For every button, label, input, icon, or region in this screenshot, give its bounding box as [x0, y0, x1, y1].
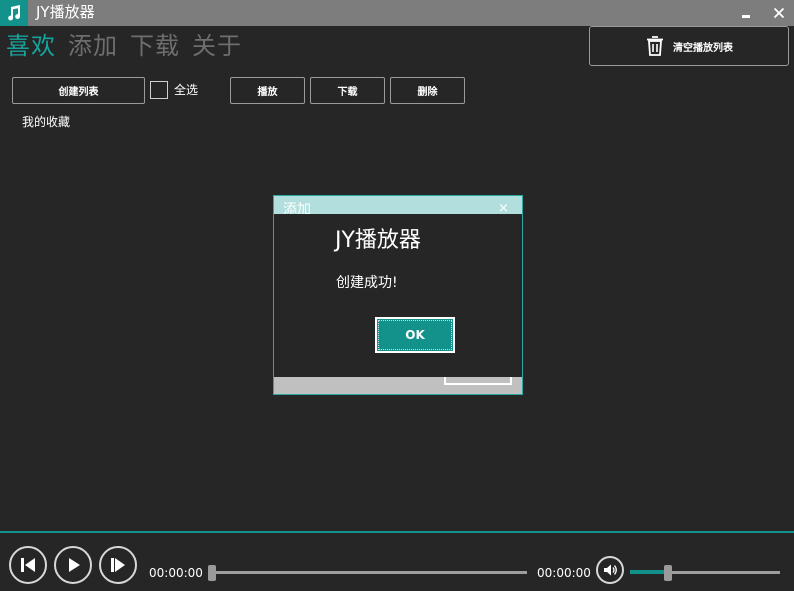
add-dialog-title: 添加: [283, 202, 311, 214]
ok-button[interactable]: OK: [375, 317, 455, 353]
play-button[interactable]: 播放: [230, 77, 305, 104]
volume-slider-handle[interactable]: [664, 565, 672, 581]
message-dialog-title: JY播放器: [335, 228, 421, 253]
volume-button[interactable]: [596, 556, 624, 584]
volume-slider-fill: [630, 570, 668, 574]
progress-slider-track[interactable]: [209, 571, 527, 574]
skip-previous-icon: [21, 558, 35, 572]
message-dialog-text: 创建成功!: [336, 275, 398, 291]
add-dialog-titlebar: 添加 ×: [274, 196, 522, 214]
tab-download[interactable]: 下载: [130, 29, 180, 63]
message-dialog: JY播放器 创建成功! OK: [274, 214, 522, 377]
close-button[interactable]: [769, 3, 789, 23]
minimize-icon: [742, 15, 750, 18]
volume-icon: [604, 564, 617, 576]
player-divider: [0, 531, 794, 533]
clear-playlist-button[interactable]: 清空播放列表: [589, 26, 789, 66]
play-icon: [69, 558, 80, 572]
playlist-item[interactable]: 我的收藏: [22, 114, 70, 130]
next-button[interactable]: [99, 546, 137, 584]
window-title: JY播放器: [36, 3, 95, 21]
title-bar: JY播放器: [0, 0, 794, 26]
minimize-button[interactable]: [736, 3, 756, 23]
progress-slider-handle[interactable]: [208, 565, 216, 581]
tab-about[interactable]: 关于: [192, 29, 242, 63]
create-list-button[interactable]: 创建列表: [12, 77, 145, 104]
delete-button[interactable]: 删除: [390, 77, 465, 104]
tab-favorites[interactable]: 喜欢: [6, 29, 56, 63]
ok-button-label: OK: [405, 328, 425, 342]
nav-tabs: 喜欢 添加 下载 关于: [6, 29, 242, 63]
close-icon: [773, 7, 785, 19]
select-all-checkbox[interactable]: [150, 81, 168, 99]
music-note-icon: [0, 0, 28, 26]
add-dialog-footer-button[interactable]: [444, 377, 512, 385]
select-all-label: 全选: [174, 83, 199, 97]
current-time: 00:00:00: [149, 566, 203, 580]
add-dialog-close-icon[interactable]: ×: [498, 202, 509, 215]
add-dialog-footer: [274, 377, 522, 394]
clear-playlist-label: 清空播放列表: [673, 42, 733, 54]
download-button[interactable]: 下载: [310, 77, 385, 104]
skip-next-icon: [111, 558, 125, 572]
total-time: 00:00:00: [537, 566, 591, 580]
previous-button[interactable]: [9, 546, 47, 584]
trash-icon: [647, 36, 663, 56]
play-pause-button[interactable]: [54, 546, 92, 584]
tab-add[interactable]: 添加: [68, 29, 118, 63]
